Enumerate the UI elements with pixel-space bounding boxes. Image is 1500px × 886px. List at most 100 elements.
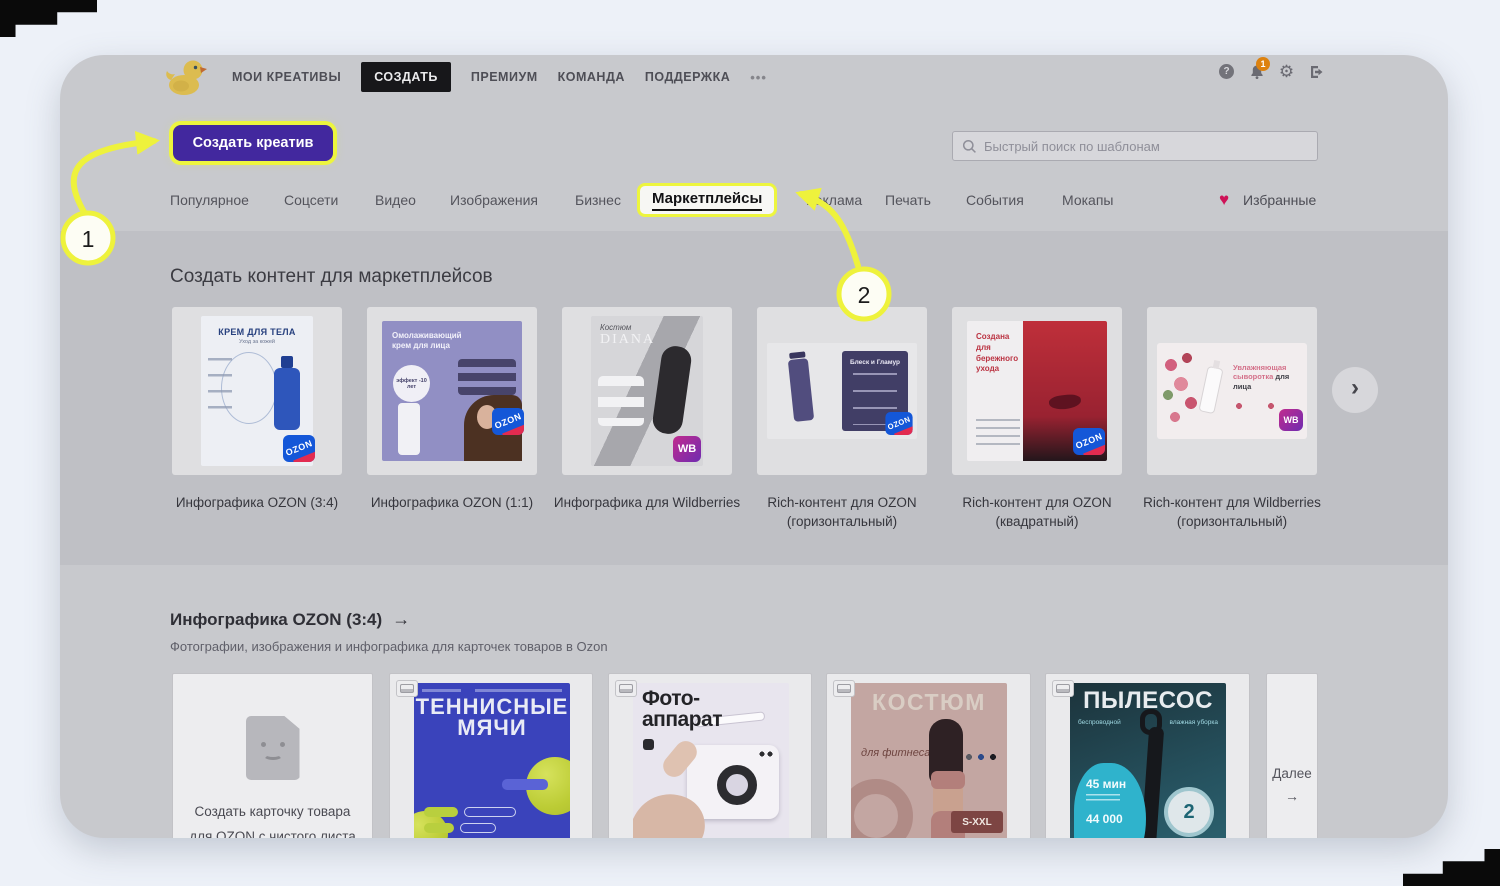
ozon-badge: OZON xyxy=(283,435,315,462)
template-card-camera[interactable]: Фото-аппарат xyxy=(608,673,812,838)
sport-top-graphic xyxy=(931,771,965,789)
poster-title: ТЕННИСНЫЕМЯЧИ xyxy=(414,697,570,739)
heart-icon[interactable]: ♥ xyxy=(1219,190,1229,210)
tab-marketplaces-label: Маркетплейсы xyxy=(652,190,762,211)
blank-file-icon xyxy=(246,716,300,780)
next-page-label: Далее xyxy=(1267,766,1317,781)
duck-logo[interactable] xyxy=(164,57,208,99)
vacuum-handle-graphic xyxy=(1140,709,1162,735)
wb-badge: WB xyxy=(1279,409,1303,431)
template-card-label: Инфографика OZON (1:1) xyxy=(355,494,549,513)
image-stack-icon xyxy=(1052,680,1074,697)
section2-arrow-link[interactable]: → xyxy=(392,609,410,630)
app-window: МОИ КРЕАТИВЫ СОЗДАТЬ ПРЕМИУМ КОМАНДА ПОД… xyxy=(60,55,1448,838)
template-card-wildberries[interactable]: Костюм DIANA WB Инфографика для Wildberr… xyxy=(562,307,732,513)
help-glyph: ? xyxy=(1219,64,1234,79)
nav-item-create[interactable]: СОЗДАТЬ xyxy=(361,62,451,92)
more-menu-icon[interactable]: ••• xyxy=(750,70,767,85)
tab-mockups[interactable]: Мокапы xyxy=(1062,192,1113,208)
poster-suit: КОСТЮМ для фитнеса S-XXL PUSH UP xyxy=(851,683,1007,838)
poster-glam: Блеск и Гламур OZON xyxy=(767,343,917,439)
poster-title: Создана для бережного ухода xyxy=(976,332,1026,375)
serum-bottle-graphic xyxy=(1198,366,1223,414)
effect-circle: эффект -10 лет xyxy=(393,365,430,402)
logo-square-graphic xyxy=(643,739,654,750)
poster-title: DIANA xyxy=(600,332,655,348)
number-circle: 2 xyxy=(1164,787,1214,837)
ozon-badge: OZON xyxy=(492,408,524,435)
bell-icon[interactable]: 1 xyxy=(1248,63,1265,80)
template-thumbnail: Костюм DIANA WB xyxy=(562,307,732,475)
poster-title: Фото-аппарат xyxy=(642,689,722,730)
search-input[interactable] xyxy=(984,139,1308,154)
nav-item-my-creatives[interactable]: МОИ КРЕАТИВЫ xyxy=(232,70,341,84)
template-card-label: Rich-контент для OZON (квадратный) xyxy=(940,494,1134,532)
bottle-graphic xyxy=(398,403,420,455)
image-stack-icon xyxy=(396,680,418,697)
pill-graphic xyxy=(464,807,516,817)
section2-header: Инфографика OZON (3:4) → xyxy=(170,609,410,630)
nav-item-support[interactable]: ПОДДЕРЖКА xyxy=(645,70,730,84)
poster-red-care: Создана для бережного ухода OZON xyxy=(967,321,1107,461)
camera-lens-graphic xyxy=(717,765,757,805)
template-card-label: Rich-контент для OZON (горизонтальный) xyxy=(745,494,939,532)
ozon-badge: OZON xyxy=(885,412,912,435)
poster-cream-body: КРЕМ ДЛЯ ТЕЛА Уход за кожей OZON xyxy=(201,316,313,466)
template-card-tennis[interactable]: ТЕННИСНЫЕМЯЧИ 3 xyxy=(389,673,593,838)
poster-subtitle: Уход за кожей xyxy=(201,339,313,345)
tab-favorites[interactable]: Избранные xyxy=(1243,192,1316,208)
stat-runtime: 45 мин xyxy=(1086,777,1146,791)
tab-events[interactable]: События xyxy=(966,192,1024,208)
template-card-ozon-34[interactable]: КРЕМ ДЛЯ ТЕЛА Уход за кожей OZON Инфогра… xyxy=(172,307,342,513)
template-card-ozon-11[interactable]: Омолаживающий крем для лица эффект -10 л… xyxy=(367,307,537,513)
template-card-vacuum[interactable]: ПЫЛЕСОС беспроводнойвлажная уборка 45 ми… xyxy=(1045,673,1250,838)
create-blank-label: Создать карточку товара для OZON с чисто… xyxy=(188,800,358,838)
poster-title: Омолаживающий крем для лица xyxy=(392,331,480,352)
tab-images[interactable]: Изображения xyxy=(450,192,538,208)
image-stack-icon xyxy=(833,680,855,697)
logout-glyph xyxy=(1309,64,1325,80)
poster-script-text: Костюм xyxy=(600,323,631,332)
template-card-rich-ozon-h[interactable]: Блеск и Гламур OZON Rich-контент для OZO… xyxy=(757,307,927,532)
tab-marketplaces[interactable]: Маркетплейсы xyxy=(637,183,777,217)
pill-graphic xyxy=(502,779,548,790)
wb-badge: WB xyxy=(673,436,701,462)
poster-serum: Увлажняющая сыворотка для лица WB xyxy=(1157,343,1307,439)
template-search xyxy=(952,131,1318,161)
tab-business[interactable]: Бизнес xyxy=(575,192,621,208)
logout-icon[interactable] xyxy=(1308,63,1325,80)
smiley-mouth xyxy=(263,750,283,760)
tab-print[interactable]: Печать xyxy=(885,192,931,208)
create-creative-button[interactable]: Создать креатив xyxy=(173,125,333,161)
feature-pills-graphic xyxy=(458,359,516,395)
template-card-rich-ozon-sq[interactable]: Создана для бережного ухода OZON Rich-ко… xyxy=(952,307,1122,532)
main-nav: МОИ КРЕАТИВЫ СОЗДАТЬ ПРЕМИУМ КОМАНДА ПОД… xyxy=(232,55,767,99)
tab-video[interactable]: Видео xyxy=(375,192,416,208)
color-dots-graphic xyxy=(965,753,999,761)
poster-fashion: Костюм DIANA WB xyxy=(591,316,703,466)
poster-script-text: для фитнеса xyxy=(861,747,930,759)
pill-graphic xyxy=(424,807,458,817)
search-icon xyxy=(962,139,977,154)
poster-tennis: ТЕННИСНЫЕМЯЧИ 3 xyxy=(414,683,570,838)
poster-camera: Фото-аппарат xyxy=(633,683,789,838)
help-icon[interactable]: ? xyxy=(1218,63,1235,80)
stat-power: 44 000 xyxy=(1086,812,1146,826)
gear-icon[interactable]: ⚙ xyxy=(1278,63,1295,80)
nav-item-premium[interactable]: ПРЕМИУМ xyxy=(471,70,538,84)
screen-corner-artifact-bottom-right xyxy=(1403,849,1500,886)
header-lines-graphic xyxy=(422,689,562,692)
nav-item-team[interactable]: КОМАНДА xyxy=(558,70,625,84)
screen-corner-artifact-top-left xyxy=(0,0,97,37)
tab-popular[interactable]: Популярное xyxy=(170,192,249,208)
next-page-card[interactable]: Далее → xyxy=(1266,673,1318,838)
poster-title: Блеск и Гламур xyxy=(842,351,908,366)
tab-ads[interactable]: Реклама xyxy=(806,192,862,208)
carousel-next-button[interactable]: › xyxy=(1332,367,1378,413)
tab-social[interactable]: Соцсети xyxy=(284,192,338,208)
create-blank-card[interactable]: Создать карточку товара для OZON с чисто… xyxy=(172,673,373,838)
tube-graphic xyxy=(788,358,814,422)
template-card-suit[interactable]: КОСТЮМ для фитнеса S-XXL PUSH UP xyxy=(826,673,1031,838)
template-card-rich-wb-h[interactable]: Увлажняющая сыворотка для лица WB Rich-к… xyxy=(1147,307,1317,532)
section2-subtitle: Фотографии, изображения и инфографика дл… xyxy=(170,639,608,654)
